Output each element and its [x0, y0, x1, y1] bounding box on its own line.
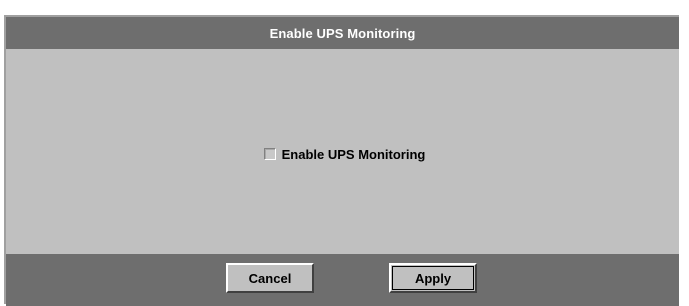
- dialog-frame: Enable UPS Monitoring Enable UPS Monitor…: [4, 15, 679, 306]
- dialog-button-bar: Cancel Apply: [6, 254, 679, 306]
- ups-monitoring-dialog: Enable UPS Monitoring Enable UPS Monitor…: [0, 0, 689, 306]
- enable-ups-monitoring-checkbox[interactable]: [263, 148, 276, 160]
- dialog-content: Enable UPS Monitoring: [6, 49, 679, 254]
- enable-ups-monitoring-label[interactable]: Enable UPS Monitoring: [282, 147, 426, 162]
- enable-ups-monitoring-option[interactable]: Enable UPS Monitoring: [263, 147, 426, 162]
- cancel-button[interactable]: Cancel: [226, 263, 314, 293]
- dialog-title-bar: Enable UPS Monitoring: [6, 17, 679, 49]
- apply-button[interactable]: Apply: [389, 263, 477, 293]
- dialog-title: Enable UPS Monitoring: [269, 25, 416, 41]
